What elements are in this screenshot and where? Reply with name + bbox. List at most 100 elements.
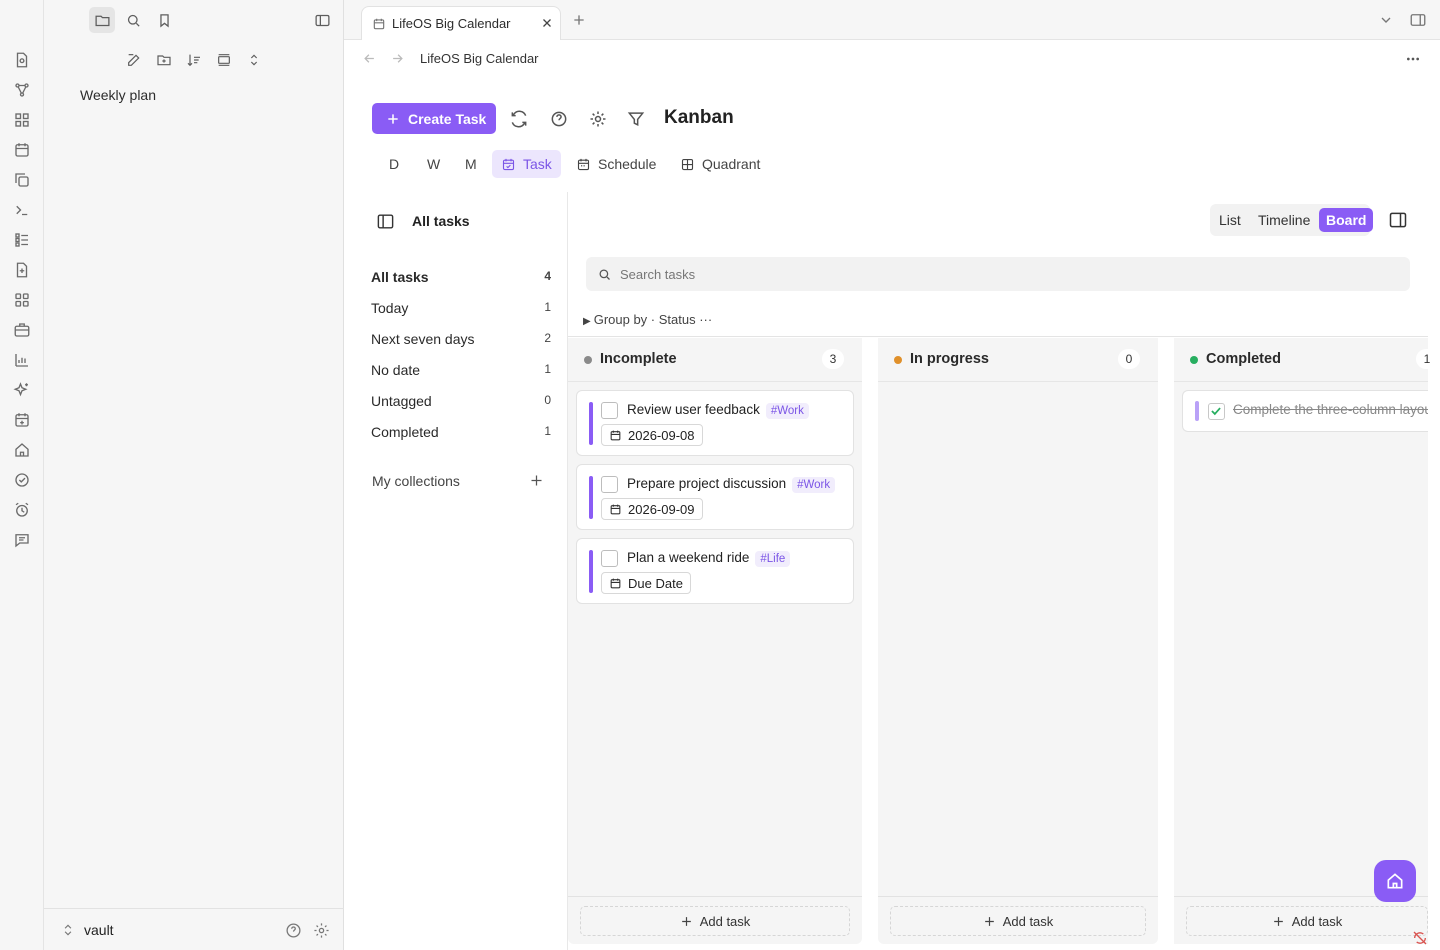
copy-icon[interactable] [13, 171, 31, 189]
filter-all-tasks[interactable]: All tasks 4 [371, 269, 551, 285]
nav-bar: LifeOS Big Calendar [344, 40, 1440, 78]
task-card-completed[interactable]: Complete the three-column layout [1182, 390, 1428, 432]
task-tag[interactable]: #Work [792, 477, 836, 493]
add-task-button[interactable]: Add task [890, 906, 1146, 936]
task-card[interactable]: Plan a weekend ride #Life Due Date [576, 538, 854, 604]
graph-icon[interactable] [13, 81, 31, 99]
calendar-icon[interactable] [13, 141, 31, 159]
terminal-icon[interactable] [13, 201, 31, 219]
column-in-progress: In progress 0 Add task [878, 338, 1158, 944]
alarm-icon[interactable] [13, 501, 31, 519]
main-area: LifeOS Big Calendar LifeOS Big Calendar … [344, 0, 1440, 950]
help-circle-icon[interactable] [549, 109, 569, 129]
tab-month-label: M [465, 156, 477, 172]
search-input[interactable]: Search tasks [586, 257, 1410, 291]
filter-completed[interactable]: Completed 1 [371, 424, 551, 440]
vault-name[interactable]: vault [84, 922, 114, 938]
tab-week[interactable]: W [418, 150, 449, 178]
task-title-row: Review user feedback #Work [627, 402, 809, 419]
mode-timeline[interactable]: Timeline [1251, 208, 1317, 232]
new-folder-icon[interactable] [151, 47, 177, 73]
sync-off-icon[interactable] [1412, 930, 1428, 946]
search-icon[interactable] [120, 7, 146, 33]
card-accent-bar [589, 476, 593, 519]
calendar-plus-icon[interactable] [13, 411, 31, 429]
add-task-button[interactable]: Add task [1186, 906, 1428, 936]
check-circle-icon[interactable] [13, 471, 31, 489]
plus-icon [1273, 916, 1283, 926]
back-arrow-icon[interactable] [362, 51, 377, 66]
schedule-calendar-icon [577, 158, 590, 170]
file-add-icon[interactable] [13, 261, 31, 279]
tab-quadrant[interactable]: Quadrant [671, 150, 769, 178]
folder-icon[interactable] [89, 7, 115, 33]
mode-list[interactable]: List [1212, 208, 1248, 232]
tab-task[interactable]: Task [492, 150, 561, 178]
task-date-chip[interactable]: Due Date [601, 572, 691, 594]
collapse-all-icon[interactable] [211, 47, 237, 73]
new-note-icon[interactable] [121, 47, 147, 73]
refresh-icon[interactable] [509, 109, 529, 129]
chevron-down-icon[interactable] [1378, 12, 1394, 28]
tab-day[interactable]: D [380, 150, 408, 178]
task-card[interactable]: Prepare project discussion #Work 2026-09-… [576, 464, 854, 530]
file-icon[interactable] [13, 51, 31, 69]
panel-toggle-icon[interactable] [376, 212, 395, 231]
filter-next-seven-days[interactable]: Next seven days 2 [371, 331, 551, 347]
settings-icon[interactable] [313, 922, 330, 939]
mode-board[interactable]: Board [1319, 208, 1374, 232]
tab-month[interactable]: M [456, 150, 486, 178]
task-card[interactable]: Review user feedback #Work 2026-09-08 [576, 390, 854, 456]
filter-heading: All tasks [412, 213, 470, 229]
filter-icon[interactable] [626, 109, 646, 129]
list-icon[interactable] [13, 231, 31, 249]
search-icon [597, 267, 612, 282]
task-checkbox[interactable] [601, 402, 618, 419]
filter-no-date[interactable]: No date 1 [371, 362, 551, 378]
apps-icon[interactable] [13, 291, 31, 309]
task-tag[interactable]: #Life [755, 551, 791, 567]
home-fab-button[interactable] [1374, 860, 1416, 902]
chart-icon[interactable] [13, 351, 31, 369]
new-tab-icon[interactable] [571, 12, 587, 28]
calendar-icon [610, 578, 621, 588]
briefcase-icon[interactable] [13, 321, 31, 339]
task-checkbox[interactable] [601, 476, 618, 493]
filter-today[interactable]: Today 1 [371, 300, 551, 316]
task-tag[interactable]: #Work [765, 403, 809, 419]
grid-icon[interactable] [13, 111, 31, 129]
more-options-icon[interactable] [1404, 51, 1422, 67]
expand-icon[interactable] [241, 47, 267, 73]
details-panel-toggle-icon[interactable] [1388, 210, 1408, 230]
filter-untagged[interactable]: Untagged 0 [371, 393, 551, 409]
bookmark-icon[interactable] [151, 7, 177, 33]
close-icon[interactable] [540, 16, 554, 30]
forward-arrow-icon[interactable] [390, 51, 405, 66]
my-collections-label: My collections [372, 473, 460, 489]
task-checkbox[interactable] [601, 550, 618, 567]
create-task-button[interactable]: Create Task [372, 103, 496, 134]
filter-label: Completed [371, 424, 439, 440]
add-task-button[interactable]: Add task [580, 906, 850, 936]
sparkle-icon[interactable] [13, 381, 31, 399]
task-date-chip[interactable]: 2026-09-09 [601, 498, 703, 520]
group-by-toggle[interactable]: ▶ Group by · Status ··· [583, 312, 712, 327]
column-title: Incomplete [600, 351, 677, 367]
chevron-updown-icon[interactable] [61, 922, 75, 938]
task-checkbox-checked[interactable] [1208, 403, 1225, 420]
task-date-chip[interactable]: 2026-09-08 [601, 424, 703, 446]
file-item-weekly-plan[interactable]: Weekly plan [80, 87, 156, 103]
task-title-row: Plan a weekend ride #Life [627, 550, 791, 567]
tab-lifeos-big-calendar[interactable]: LifeOS Big Calendar [361, 6, 561, 40]
gear-icon[interactable] [588, 109, 608, 129]
sort-icon[interactable] [181, 47, 207, 73]
right-sidebar-toggle-icon[interactable] [1409, 11, 1427, 29]
message-icon[interactable] [13, 531, 31, 549]
status-dot [1190, 356, 1198, 364]
tab-schedule[interactable]: Schedule [567, 150, 665, 178]
view-mode-switch: List Timeline Board [1210, 204, 1374, 236]
sidebar-toggle-icon[interactable] [309, 7, 335, 33]
help-icon[interactable] [285, 922, 302, 939]
add-collection-icon[interactable] [529, 473, 544, 488]
home-icon[interactable] [13, 441, 31, 459]
